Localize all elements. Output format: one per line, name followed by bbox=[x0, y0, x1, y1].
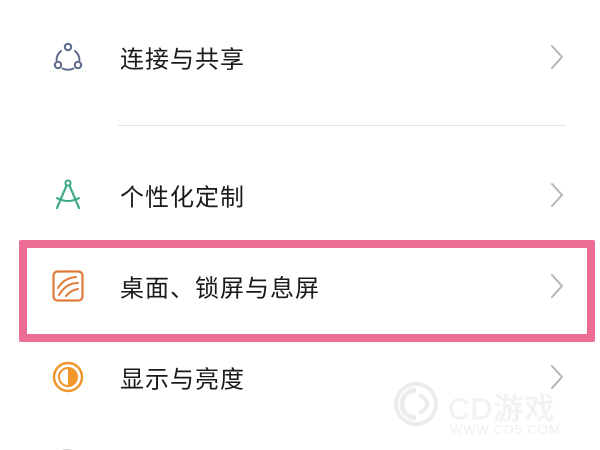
settings-item-label: 个性化定制 bbox=[120, 183, 245, 212]
watermark-logo-icon bbox=[392, 380, 440, 428]
settings-item-personalization[interactable]: 个性化定制 bbox=[0, 160, 600, 230]
settings-item-label: 显示与亮度 bbox=[120, 365, 245, 394]
chevron-right-icon bbox=[548, 43, 566, 71]
compass-icon bbox=[50, 177, 86, 213]
settings-item-label: 连接与共享 bbox=[120, 45, 245, 74]
share-nodes-icon bbox=[50, 39, 86, 75]
partial-next-item-icon bbox=[52, 440, 82, 450]
chevron-right-icon bbox=[548, 181, 566, 209]
settings-item-connection-sharing[interactable]: 连接与共享 bbox=[0, 22, 600, 92]
divider bbox=[118, 125, 566, 126]
watermark-url: WWW.CD5.COM bbox=[450, 422, 561, 437]
watermark: CD游戏 WWW.CD5.COM bbox=[390, 372, 595, 447]
brightness-icon bbox=[50, 359, 86, 395]
highlight-frame bbox=[19, 240, 595, 342]
